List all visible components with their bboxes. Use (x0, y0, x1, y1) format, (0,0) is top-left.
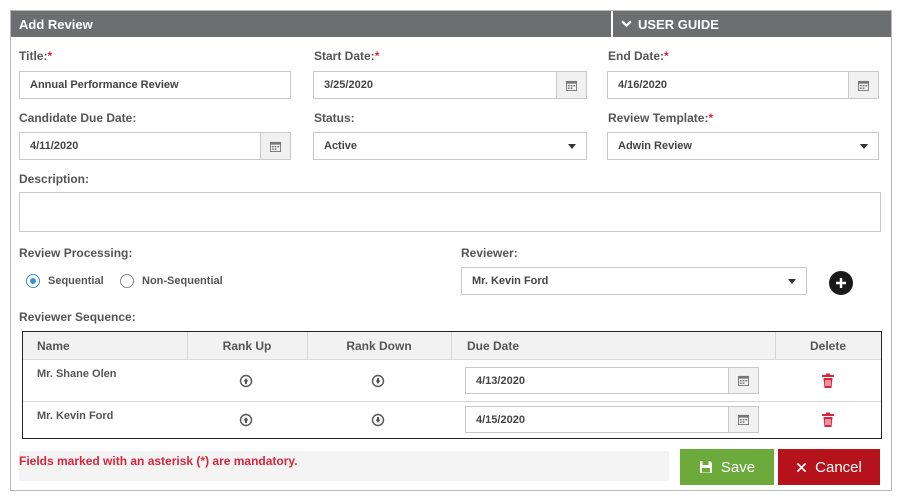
radio-sequential[interactable]: Sequential (26, 274, 104, 288)
table-row: Mr. Shane Olen 4/13/2020 (23, 361, 881, 401)
row-due-date-value[interactable]: 4/13/2020 (466, 368, 728, 393)
description-label: Description: (19, 172, 90, 186)
row-name: Mr. Kevin Ford (37, 410, 114, 422)
cancel-button[interactable]: Cancel (778, 449, 880, 485)
radio-sequential-label: Sequential (48, 275, 104, 287)
calendar-icon[interactable] (728, 368, 758, 393)
reviewer-sequence-label: Reviewer Sequence: (19, 310, 136, 324)
header-divider (611, 11, 613, 37)
candidate-due-date-field[interactable]: 4/11/2020 (19, 132, 291, 160)
review-template-label: Review Template:* (608, 111, 714, 125)
radio-unselected-icon[interactable] (120, 274, 134, 288)
reviewer-label: Reviewer: (461, 246, 518, 260)
review-template-select[interactable]: Adwin Review (607, 132, 879, 160)
save-button[interactable]: Save (680, 449, 774, 485)
table-header: Name Rank Up Rank Down Due Date Delete (23, 332, 881, 360)
review-template-value: Adwin Review (618, 140, 692, 152)
status-label: Status: (314, 111, 355, 125)
column-due-date: Due Date (467, 339, 520, 353)
mandatory-note: Fields marked with an asterisk (*) are m… (19, 454, 298, 468)
reviewer-sequence-table: Name Rank Up Rank Down Due Date Delete M… (22, 331, 882, 439)
arrow-up-circle-icon[interactable] (239, 374, 253, 388)
trash-icon[interactable] (821, 412, 835, 427)
table-row: Mr. Kevin Ford 4/15/2020 (23, 402, 881, 442)
candidate-due-date-label: Candidate Due Date: (19, 111, 137, 125)
caret-down-icon (788, 278, 796, 284)
calendar-icon[interactable] (728, 407, 758, 432)
row-due-date-field[interactable]: 4/15/2020 (465, 406, 759, 433)
column-delete: Delete (809, 339, 847, 353)
radio-non-sequential-label: Non-Sequential (142, 275, 223, 287)
column-rank-up: Rank Up (222, 339, 272, 353)
review-processing-label: Review Processing: (19, 246, 133, 260)
end-date-value[interactable]: 4/16/2020 (608, 72, 848, 98)
save-label: Save (720, 458, 756, 476)
panel-header: Add Review USER GUIDE (11, 11, 891, 37)
start-date-label: Start Date:* (314, 49, 380, 63)
add-reviewer-button[interactable] (829, 271, 853, 295)
close-icon (796, 462, 807, 472)
calendar-icon[interactable] (556, 72, 586, 98)
arrow-up-circle-icon[interactable] (239, 413, 253, 427)
reviewer-value: Mr. Kevin Ford (472, 275, 549, 287)
column-divider (451, 332, 452, 360)
radio-non-sequential[interactable]: Non-Sequential (120, 274, 223, 288)
row-due-date-field[interactable]: 4/13/2020 (465, 367, 759, 394)
caret-down-icon (860, 143, 868, 149)
floppy-disk-icon (699, 461, 712, 473)
end-date-label: End Date:* (608, 49, 669, 63)
calendar-icon[interactable] (260, 133, 290, 159)
user-guide-toggle[interactable]: USER GUIDE (621, 11, 893, 37)
start-date-value[interactable]: 3/25/2020 (314, 72, 556, 98)
column-rank-down: Rank Down (346, 339, 412, 353)
column-name: Name (37, 339, 70, 353)
end-date-field[interactable]: 4/16/2020 (607, 71, 879, 99)
status-value: Active (324, 140, 358, 152)
title-input[interactable]: Annual Performance Review (19, 71, 291, 99)
radio-selected-icon[interactable] (26, 274, 40, 288)
reviewer-select[interactable]: Mr. Kevin Ford (461, 267, 807, 295)
description-textarea[interactable] (19, 192, 881, 232)
chevron-down-icon (621, 17, 632, 32)
row-name: Mr. Shane Olen (37, 368, 117, 380)
arrow-down-circle-icon[interactable] (371, 413, 385, 427)
start-date-field[interactable]: 3/25/2020 (313, 71, 587, 99)
cancel-label: Cancel (815, 458, 862, 476)
status-select[interactable]: Active (313, 132, 587, 160)
user-guide-label: USER GUIDE (638, 16, 719, 32)
caret-down-icon (568, 143, 576, 149)
trash-icon[interactable] (821, 373, 835, 388)
plus-circle-icon (836, 278, 846, 288)
arrow-down-circle-icon[interactable] (371, 374, 385, 388)
candidate-due-date-value[interactable]: 4/11/2020 (20, 133, 260, 159)
add-review-panel: Add Review USER GUIDE Title:* Annual Per… (10, 10, 892, 491)
calendar-icon[interactable] (848, 72, 878, 98)
title-label: Title:* (19, 49, 53, 63)
mandatory-note-bar: Fields marked with an asterisk (*) are m… (19, 451, 669, 481)
row-due-date-value[interactable]: 4/15/2020 (466, 407, 728, 432)
panel-title: Add Review (19, 17, 93, 32)
